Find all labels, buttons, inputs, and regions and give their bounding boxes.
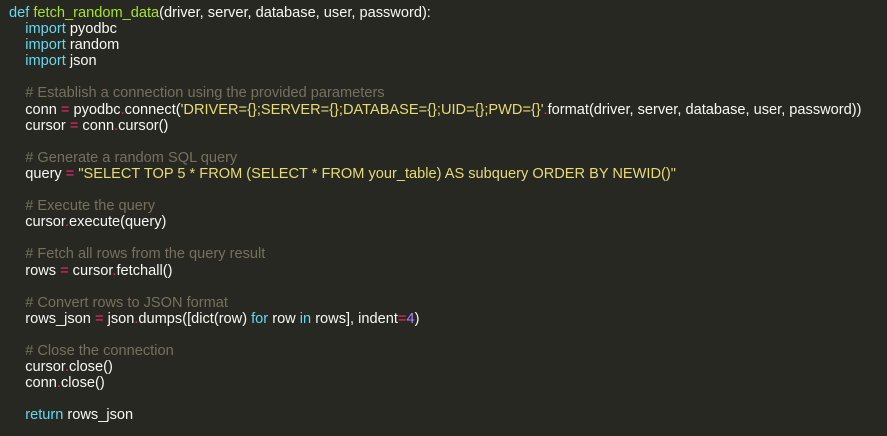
code-line: return rows_json [9,407,887,423]
keyword-token: import [25,37,66,54]
code-token: fetchall() [116,262,173,279]
number-token: 4 [406,310,415,327]
code-token: (driver, server, database, user, passwor… [159,5,431,21]
keyword-token: for [251,310,269,327]
code-token: format(driver, server, database, user, p… [547,101,862,118]
comment-token: # Establish a connection using the provi… [25,85,385,102]
code-token: rows_json [9,310,95,327]
code-token: cursor() [118,117,169,134]
code-token: dumps([dict(row) [138,310,252,327]
code-line: # Generate a random SQL query [9,150,887,166]
code-token: json [103,310,135,327]
code-line: # Execute the query [9,198,887,214]
keyword-token: def [9,5,30,21]
code-token: cursor [9,117,70,134]
code-token: cursor [68,262,113,279]
operator-token: = [94,310,104,327]
code-line: rows = cursor.fetchall() [9,263,887,279]
code-token: conn [9,375,57,392]
code-token: rows_json [63,407,134,424]
code-line: # Fetch all rows from the query result [9,246,887,262]
code-line: rows_json = json.dumps([dict(row) for ro… [9,311,887,327]
code-token: rows [9,262,61,279]
code-line: # Convert rows to JSON format [9,295,887,311]
comment-token: # Close the connection [25,342,174,359]
code-token: conn [9,101,61,118]
code-token: cursor [9,359,65,376]
function-name-token: fetch_random_data [33,5,160,21]
code-line: # Establish a connection using the provi… [9,85,887,101]
code-line: cursor.close() [9,359,887,375]
keyword-token: in [299,310,312,327]
code-token: ) [414,310,420,327]
comment-token: # Fetch all rows from the query result [25,246,266,263]
keyword-token: return [25,407,64,424]
code-line: def fetch_random_data(driver, server, da… [9,5,887,21]
code-token: pyodbc [65,21,117,38]
code-line: import pyodbc [9,21,887,37]
keyword-token: import [25,53,66,70]
code-line: cursor = conn.cursor() [9,118,887,134]
code-line: cursor.execute(query) [9,214,887,230]
comment-token: # Generate a random SQL query [25,149,238,166]
code-token: connect( [124,101,181,118]
code-token: cursor [9,214,65,231]
code-line: # Close the connection [9,343,887,359]
string-token: 'DRIVER={};SERVER={};DATABASE={};UID={};… [180,101,544,118]
code-token: execute(query) [69,214,167,231]
keyword-token: import [25,21,66,38]
code-token: rows], indent [311,310,398,327]
code-token: conn [78,117,115,134]
code-line: import json [9,53,887,69]
code-token: close() [60,375,105,392]
code-token: row [268,310,300,327]
code-token: close() [69,359,113,376]
code-line: query = "SELECT TOP 5 * FROM (SELECT * F… [9,166,887,182]
code-token: json [65,53,97,70]
operator-token: = [60,262,69,279]
code-line: conn = pyodbc.connect('DRIVER={};SERVER=… [9,102,887,118]
code-editor[interactable]: def fetch_random_data(driver, server, da… [0,0,887,436]
code-line: conn.close() [9,375,887,391]
code-token: random [65,37,120,54]
comment-token: # Convert rows to JSON format [25,294,228,311]
comment-token: # Execute the query [25,198,156,215]
string-token: "SELECT TOP 5 * FROM (SELECT * FROM your… [78,165,676,182]
code-token: pyodbc [69,101,121,118]
code-line: import random [9,37,887,53]
code-token: query [9,165,66,182]
